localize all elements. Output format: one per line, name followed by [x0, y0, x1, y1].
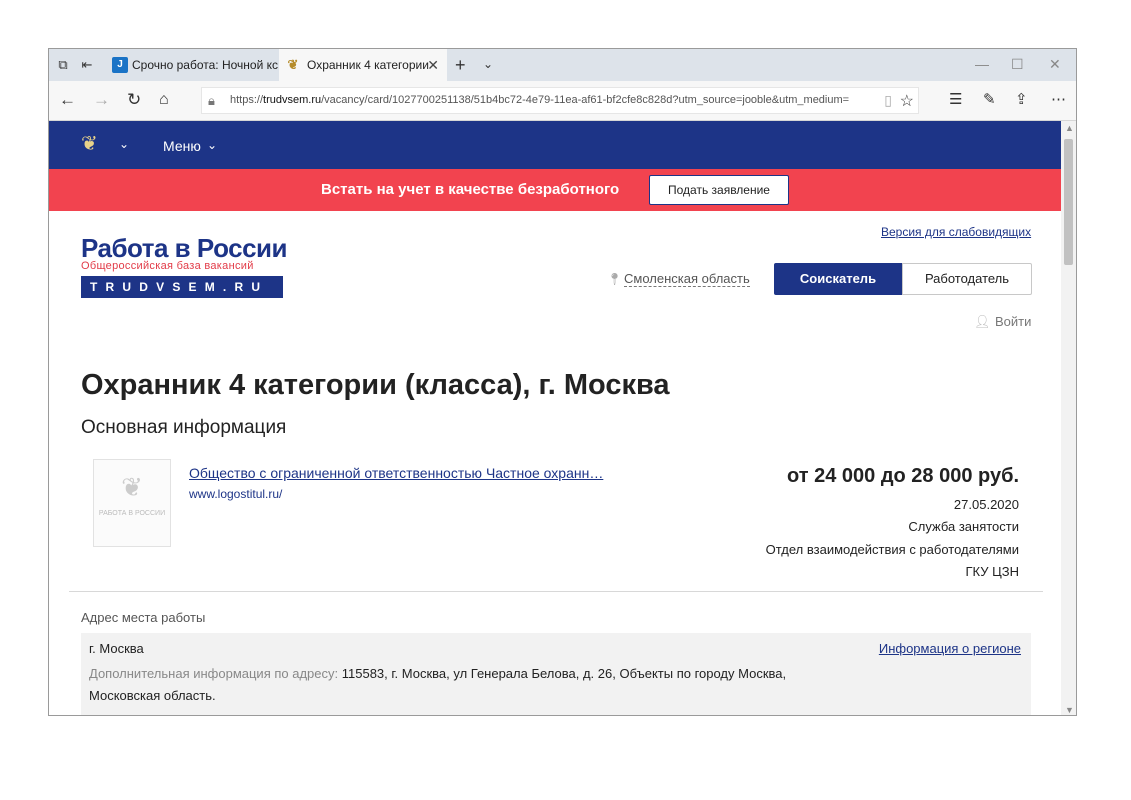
emblem-placeholder-icon: ❦ — [121, 472, 143, 502]
salary: от 24 000 до 28 000 руб. — [787, 465, 1019, 487]
tab-list-chevron-icon[interactable]: ⌄ — [483, 57, 493, 71]
site-logo-subtitle: Общероссийская база вакансий — [81, 260, 254, 272]
url-field[interactable]: 🔒︎ https://trudvsem.ru/vacancy/card/1027… — [201, 87, 919, 114]
favorites-list-icon[interactable]: ☰ — [949, 91, 962, 109]
company-logo-caption: РАБОТА В РОССИИ — [98, 510, 166, 517]
window-close-icon[interactable]: ✕ — [1049, 56, 1061, 73]
role-employer-button[interactable]: Работодатель — [902, 263, 1032, 295]
address-box: г. Москва Дополнительная информация по а… — [81, 633, 1031, 715]
chevron-down-icon[interactable]: ⌄ — [119, 137, 129, 151]
site-logo-domain[interactable]: TRUDVSEM.RU — [81, 276, 283, 298]
share-icon[interactable]: ⇪ — [1015, 91, 1028, 109]
site-header: ❦ ⌄ Меню ⌄ — [49, 121, 1061, 169]
coat-of-arms-icon[interactable]: ❦ — [81, 133, 98, 155]
tab-close-icon[interactable]: ✕ — [427, 49, 439, 81]
address-bar: ← → ↻ ⌂ 🔒︎ https://trudvsem.ru/vacancy/c… — [49, 81, 1076, 121]
address-details-label: Дополнительная информация по адресу: — [89, 666, 339, 681]
home-icon[interactable]: ⌂ — [159, 90, 169, 110]
set-aside-tabs-icon[interactable]: ⇤ — [79, 57, 95, 73]
lock-icon: 🔒︎ — [208, 93, 215, 108]
chevron-down-icon[interactable]: ⌄ — [207, 138, 217, 152]
reading-view-icon[interactable]: ▯ — [884, 92, 892, 109]
emblem-favicon-icon: ❦ — [287, 57, 299, 72]
apply-button[interactable]: Подать заявление — [649, 175, 789, 205]
more-icon[interactable]: ⋯ — [1051, 91, 1066, 109]
forward-icon[interactable]: → — [93, 90, 110, 110]
url-text[interactable]: https://trudvsem.ru/vacancy/card/1027700… — [230, 94, 870, 106]
back-icon[interactable]: ← — [59, 90, 76, 110]
maximize-icon[interactable]: ☐ — [1011, 56, 1024, 73]
tab-actions-icon[interactable]: ⧉ — [55, 57, 71, 73]
region-selector[interactable]: Смоленская область — [624, 271, 750, 287]
company-logo: ❦ РАБОТА В РОССИИ — [93, 459, 171, 547]
banner-text: Встать на учет в качестве безработного — [321, 181, 620, 198]
favorite-star-icon[interactable]: ☆ — [900, 91, 914, 111]
address-details: Дополнительная информация по адресу: 115… — [89, 663, 789, 707]
divider — [69, 591, 1043, 592]
scroll-up-icon[interactable]: ▲ — [1065, 123, 1074, 133]
section-title: Основная информация — [81, 417, 287, 438]
jooble-favicon-icon: J — [112, 57, 128, 73]
refresh-icon[interactable]: ↻ — [127, 90, 141, 110]
tab-vacancy[interactable]: ❦ Охранник 4 категории ✕ — [279, 49, 447, 81]
pen-icon[interactable]: ✎ — [983, 91, 996, 109]
source-line-3: ГКУ ЦЗН — [965, 564, 1020, 579]
page-viewport: ❦ ⌄ Меню ⌄ Встать на учет в качестве без… — [49, 121, 1061, 715]
posted-date: 27.05.2020 — [953, 497, 1019, 512]
vacancy-title: Охранник 4 категории (класса), г. Москва — [81, 369, 670, 401]
user-icon[interactable]: 👤︎ — [974, 314, 991, 330]
minimize-icon[interactable]: — — [975, 56, 989, 72]
role-seeker-button[interactable]: Соискатель — [774, 263, 902, 295]
menu-button[interactable]: Меню — [163, 138, 201, 154]
scroll-down-icon[interactable]: ▼ — [1065, 705, 1074, 715]
address-label: Адрес места работы — [81, 610, 206, 625]
unemployed-banner: Встать на учет в качестве безработного П… — [49, 169, 1061, 211]
company-site-link[interactable]: www.logostitul.ru/ — [189, 487, 282, 501]
accessibility-version-link[interactable]: Версия для слабовидящих — [881, 225, 1031, 239]
tab-label: Охранник 4 категории — [307, 58, 429, 72]
source-line-2: Отдел взаимодействия с работодателями — [765, 542, 1019, 557]
company-name-link[interactable]: Общество с ограниченной ответственностью… — [189, 465, 603, 481]
tab-label: Срочно работа: Ночной кс — [132, 58, 278, 72]
new-tab-icon[interactable]: + — [455, 55, 466, 75]
scroll-thumb[interactable] — [1064, 139, 1073, 265]
location-pin-icon: 📍︎ — [607, 272, 623, 286]
region-info-link[interactable]: Информация о регионе — [879, 641, 1021, 656]
tab-jooble[interactable]: J Срочно работа: Ночной кс — [106, 49, 278, 81]
page-scrollbar[interactable]: ▲ ▼ — [1061, 121, 1076, 715]
address-city: г. Москва — [89, 641, 144, 656]
tab-bar: ⧉ ⇤ J Срочно работа: Ночной кс ❦ Охранни… — [49, 49, 1076, 81]
browser-window: ⧉ ⇤ J Срочно работа: Ночной кс ❦ Охранни… — [48, 48, 1077, 716]
login-link[interactable]: Войти — [995, 314, 1031, 329]
source-line-1: Служба занятости — [908, 519, 1019, 534]
